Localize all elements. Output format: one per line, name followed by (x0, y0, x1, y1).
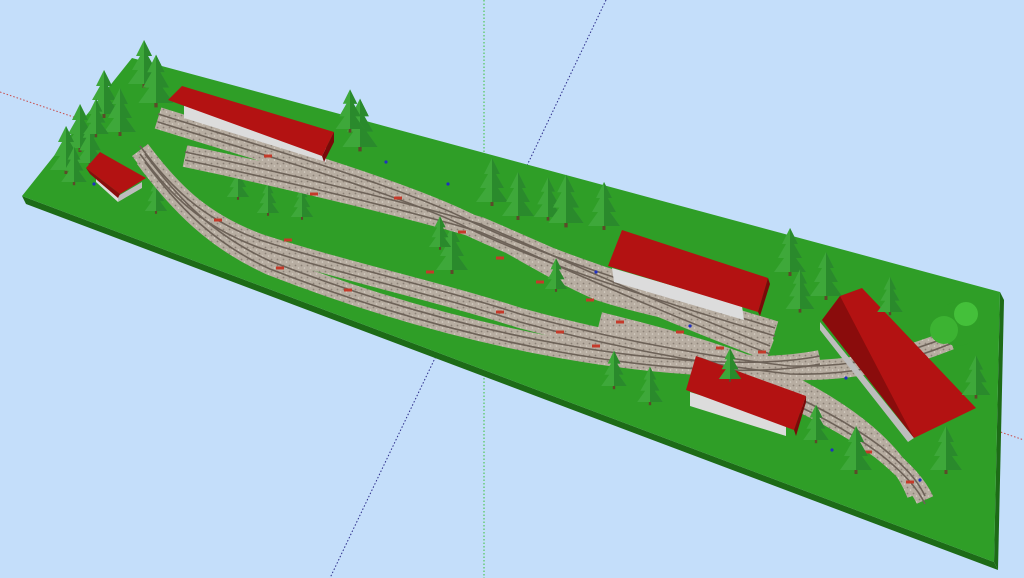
track-marker (676, 330, 684, 334)
track-marker (716, 346, 724, 350)
track-marker (344, 288, 352, 292)
track-marker (214, 218, 222, 222)
track-marker (426, 270, 434, 274)
track-marker (276, 266, 284, 270)
track-marker (458, 230, 466, 234)
track-marker (616, 320, 624, 324)
track-marker (592, 344, 600, 348)
track-marker (264, 154, 272, 158)
track-marker (536, 280, 544, 284)
anchor-point (688, 324, 692, 328)
layout-3d-scene[interactable] (0, 0, 1024, 578)
anchor-point (844, 376, 848, 380)
anchor-point (384, 160, 388, 164)
track-marker (496, 256, 504, 260)
track-marker (906, 480, 914, 484)
track-marker (496, 310, 504, 314)
anchor-point (918, 478, 922, 482)
track-marker (586, 298, 594, 302)
anchor-point (830, 448, 834, 452)
track-marker (556, 330, 564, 334)
anchor-point (446, 182, 450, 186)
track-marker (394, 196, 402, 200)
anchor-point (594, 270, 598, 274)
3d-viewport[interactable] (0, 0, 1024, 578)
anchor-point (92, 182, 96, 186)
track-marker (310, 192, 318, 196)
track-marker (758, 350, 766, 354)
track-marker (284, 238, 292, 242)
